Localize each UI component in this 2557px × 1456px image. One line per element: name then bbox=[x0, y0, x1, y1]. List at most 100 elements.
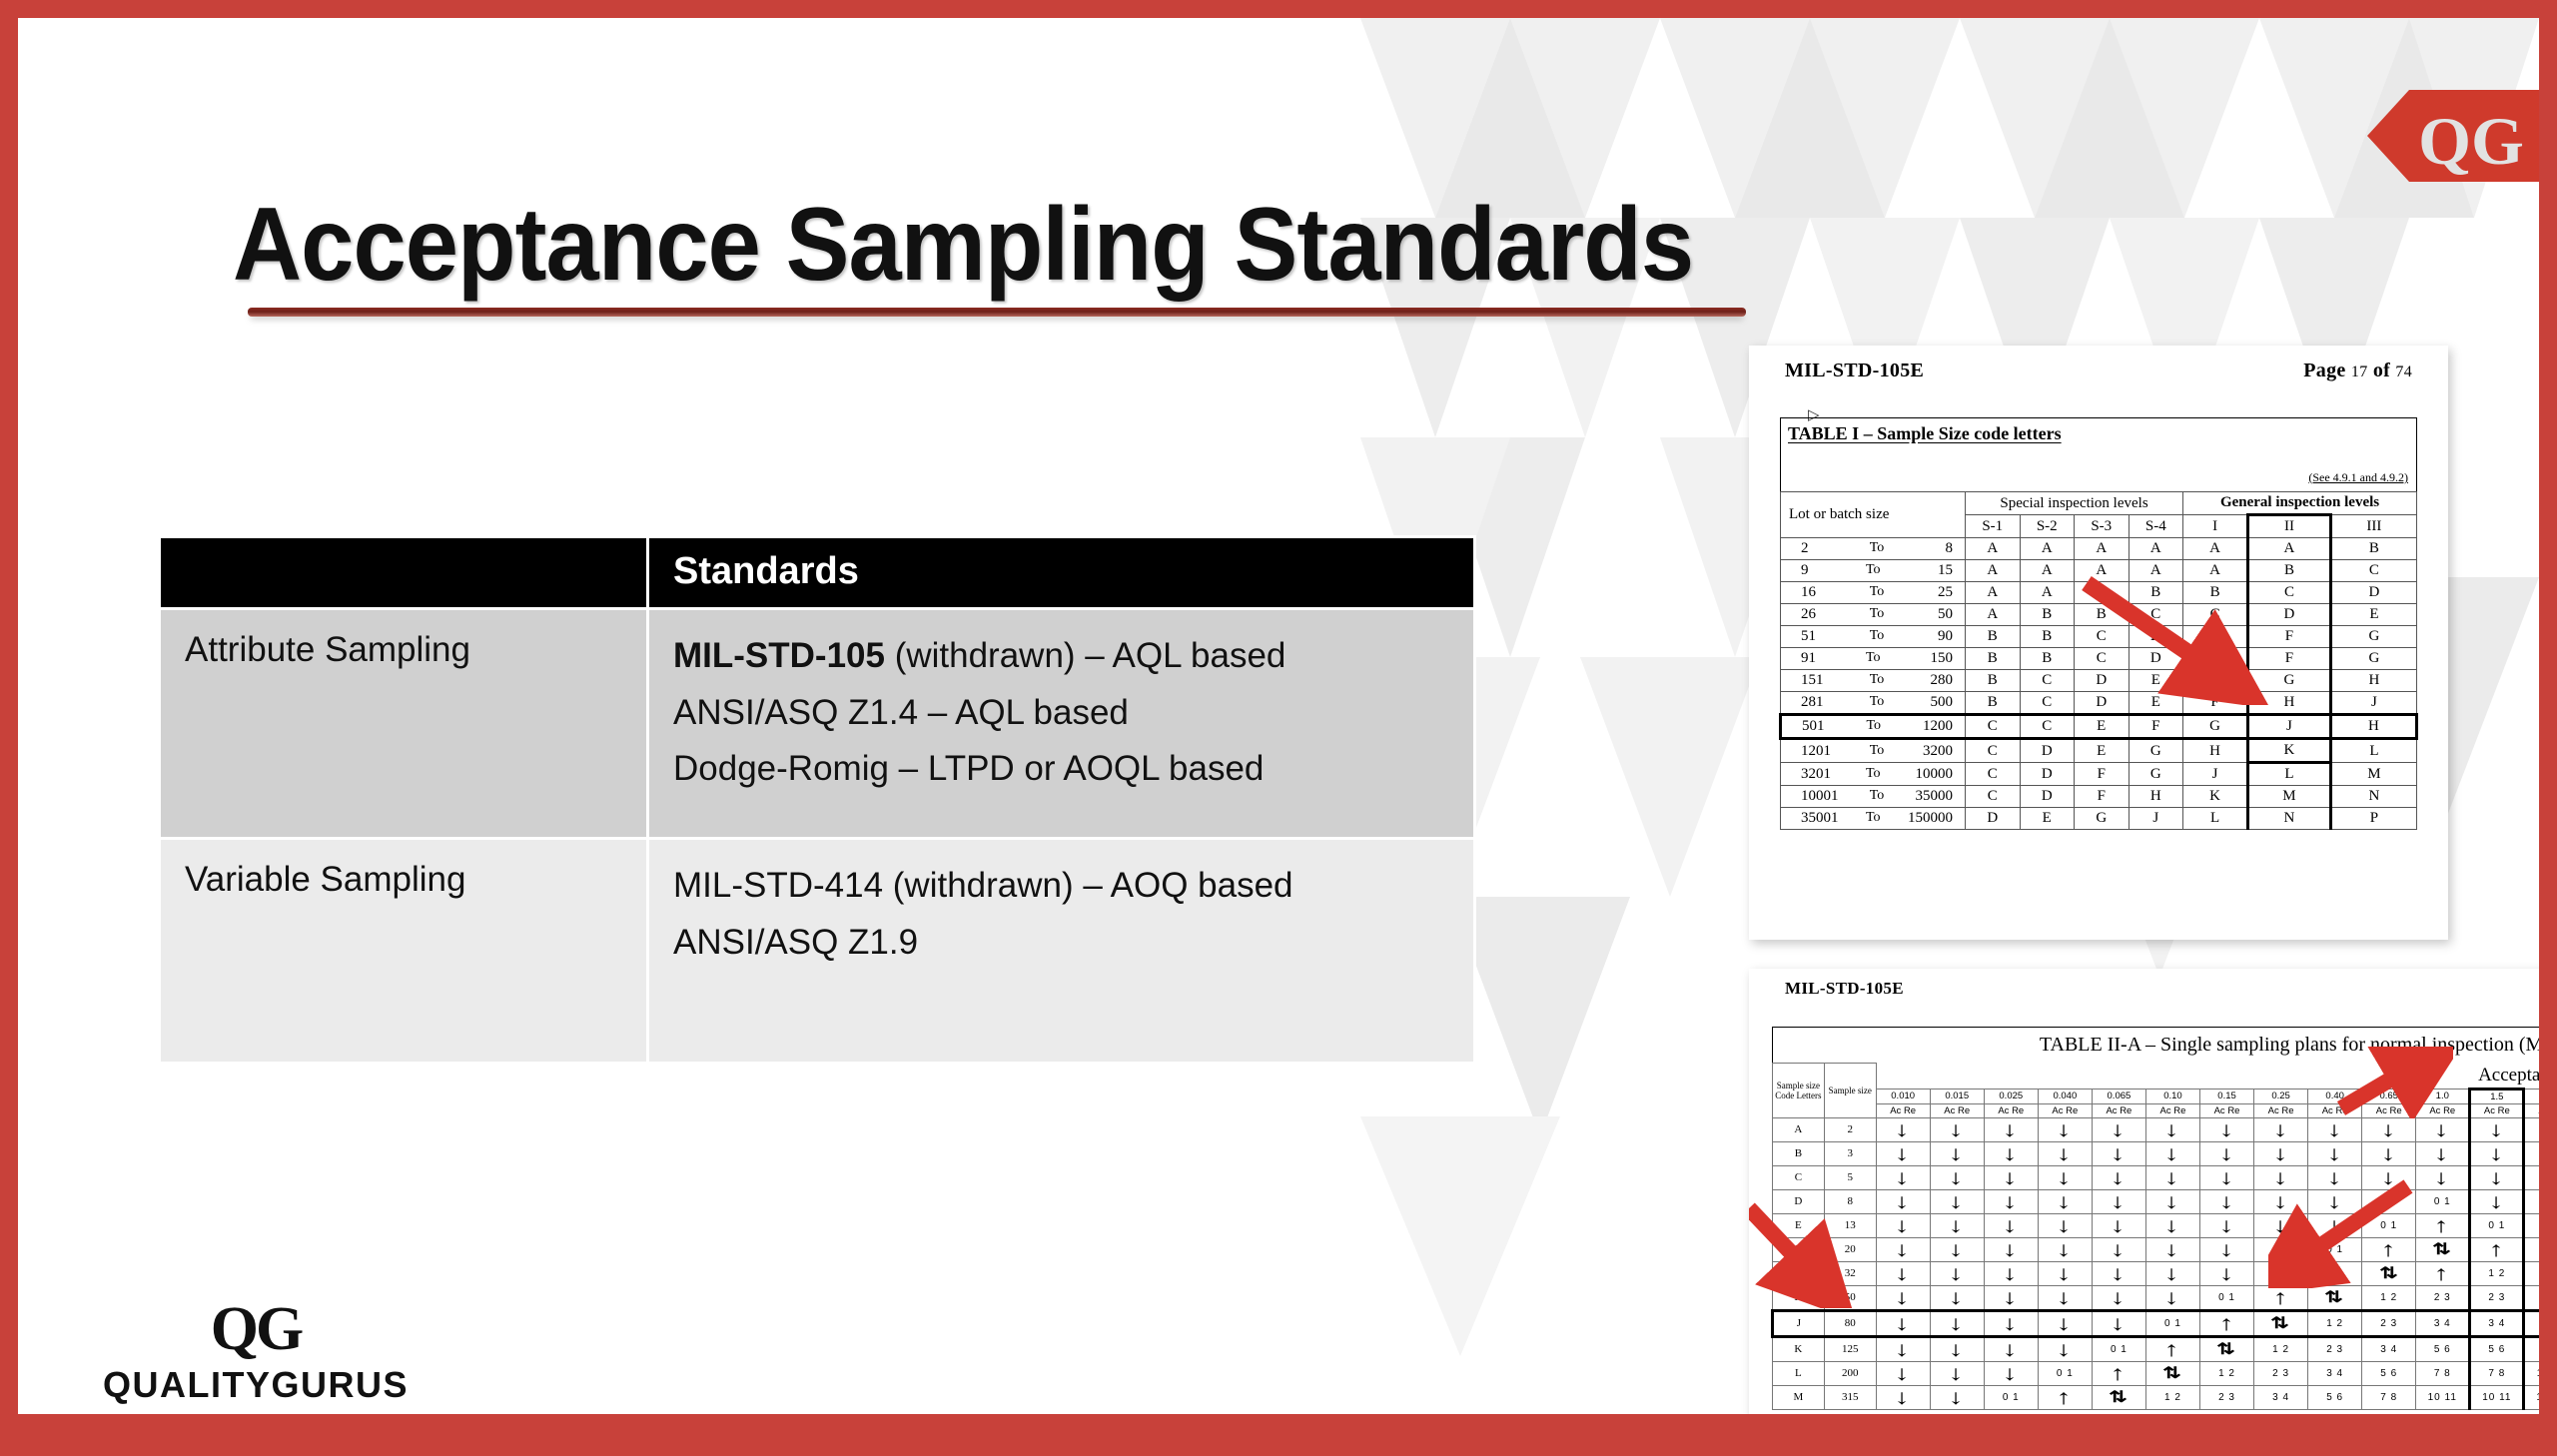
arrow-down-icon bbox=[1898, 1199, 1908, 1210]
lot-range-cell: 35001 To 150000 bbox=[1780, 807, 1966, 830]
row-standards-variable: MIL-STD-414 (withdrawn) – AOQ based ANSI… bbox=[646, 837, 1476, 1065]
arrow-down-icon bbox=[2006, 1247, 2016, 1258]
code-letter-cell: A bbox=[2128, 559, 2184, 582]
sample-size-value: 50 bbox=[1823, 1284, 1877, 1311]
aql-value-header: 0.015 bbox=[1929, 1088, 1985, 1104]
ac-re-cell bbox=[2253, 1212, 2309, 1238]
arrow-down-icon bbox=[1952, 1247, 1962, 1258]
ac-re-cell bbox=[2307, 1140, 2363, 1166]
code-letter-cell: D bbox=[1965, 807, 2021, 830]
row-category-attribute: Attribute Sampling bbox=[158, 607, 649, 840]
ac-re-cell bbox=[2253, 1308, 2309, 1338]
document-header: MIL-STD-105E Page 17 of 74 bbox=[1749, 346, 2448, 382]
ac-re-cell bbox=[2198, 1164, 2255, 1190]
arrow-down-icon bbox=[1952, 1321, 1962, 1332]
arrow-updown-icon bbox=[2435, 1246, 2449, 1257]
ac-re-cell bbox=[1983, 1164, 2039, 1190]
ac-re-cell bbox=[2198, 1308, 2255, 1338]
arrow-down-icon bbox=[2437, 1175, 2447, 1186]
code-letter-cell: D bbox=[2182, 647, 2249, 670]
ac-re-cell bbox=[2091, 1116, 2146, 1142]
ac-re-header: Ac Re bbox=[2198, 1102, 2255, 1118]
arrow-down-icon bbox=[2060, 1199, 2070, 1210]
code-letter-cell: C bbox=[2128, 603, 2184, 626]
arrow-up-icon bbox=[2384, 1247, 2394, 1258]
table1-group-header-row: Lot or batch size Special inspection lev… bbox=[1780, 491, 2417, 538]
ac-re-cell bbox=[1929, 1164, 1985, 1190]
sample-size-value: 8 bbox=[1823, 1188, 1877, 1214]
table-row: L2000 11 22 33 45 67 87 810 1114 1521 22 bbox=[1772, 1360, 2539, 1386]
code-letter-cell: C bbox=[2074, 625, 2130, 648]
arrow-down-icon bbox=[1952, 1347, 1962, 1358]
arrow-down-icon bbox=[2492, 1127, 2502, 1138]
level-s2: S-2 bbox=[2019, 514, 2075, 538]
table-row: 91 To 150 B B C D D F G bbox=[1780, 647, 2418, 670]
table2-aql-values-row: 0.010 0.015 0.025 0.040 0.065 0.10 0.15 0.25 0.4… bbox=[1773, 1087, 2539, 1104]
table1-see-row: (See 4.9.1 and 4.9.2) bbox=[1781, 448, 2417, 492]
qg-badge-text: QG bbox=[2418, 103, 2524, 179]
level-iii: III bbox=[2329, 514, 2418, 538]
aql-value-header: 1.5 bbox=[2468, 1087, 2526, 1104]
ac-re-header: Ac Re bbox=[2468, 1102, 2526, 1118]
code-letter-cell: C bbox=[1965, 713, 2021, 740]
sample-size-value: 5 bbox=[1823, 1164, 1877, 1190]
sample-size-code-letter: M bbox=[1772, 1384, 1825, 1410]
ac-re-cell bbox=[2091, 1384, 2146, 1410]
level-s1: S-1 bbox=[1965, 514, 2021, 538]
code-letter-cell: H bbox=[2329, 669, 2418, 692]
code-letter-cell: G bbox=[2329, 647, 2418, 670]
arrow-down-icon bbox=[2006, 1223, 2016, 1234]
ac-re-cell bbox=[2091, 1140, 2146, 1166]
ac-re-cell bbox=[2144, 1188, 2201, 1214]
ac-re-cell bbox=[1983, 1260, 2039, 1286]
ac-re-cell bbox=[2144, 1164, 2201, 1190]
code-letter-cell: K bbox=[2182, 785, 2249, 808]
arrow-down-icon bbox=[2060, 1271, 2070, 1282]
ac-re-cell bbox=[2037, 1335, 2093, 1362]
ac-re-cell bbox=[2198, 1188, 2255, 1214]
category-label: Variable Sampling bbox=[185, 860, 466, 899]
ac-re-cell: 7 8 bbox=[2415, 1360, 2471, 1386]
code-letter-cell: C bbox=[1965, 738, 2021, 763]
code-letter-cell: B bbox=[1965, 691, 2021, 715]
ac-re-cell bbox=[1929, 1212, 1985, 1238]
table-row: 10001 To 35000 C D F H K M N bbox=[1780, 785, 2418, 808]
arrow-down-icon bbox=[2492, 1151, 2502, 1162]
lot-range-cell: 91 To 150 bbox=[1780, 647, 1966, 670]
ac-re-cell bbox=[2253, 1188, 2309, 1214]
ac-re-cell bbox=[1929, 1236, 1985, 1262]
code-letter-cell: A bbox=[2019, 537, 2075, 560]
arrow-down-icon bbox=[2060, 1247, 2070, 1258]
col-lot-or-batch-size: Lot or batch size bbox=[1780, 491, 1966, 538]
ac-re-cell bbox=[1929, 1260, 1985, 1286]
ac-re-cell bbox=[2253, 1140, 2309, 1166]
code-letter-cell: F bbox=[2246, 647, 2332, 670]
ac-re-header: Ac Re bbox=[2091, 1102, 2146, 1118]
ac-re-cell bbox=[1983, 1236, 2039, 1262]
ac-re-cell: 5 6 bbox=[2361, 1360, 2417, 1386]
ac-re-cell: 0 1 bbox=[2144, 1308, 2201, 1338]
arrow-down-icon bbox=[2006, 1175, 2016, 1186]
ac-re-cell bbox=[2361, 1260, 2417, 1286]
ac-re-cell: 14 15 bbox=[2523, 1384, 2539, 1410]
ac-re-cell bbox=[2468, 1164, 2526, 1190]
table2-acre-row: Ac Re Ac Re Ac Re Ac Re Ac Re Ac Re Ac Re Ac Re… bbox=[1773, 1102, 2539, 1118]
arrow-down-icon bbox=[1952, 1295, 1962, 1306]
ac-re-cell bbox=[2198, 1140, 2255, 1166]
arrow-down-icon bbox=[1898, 1151, 1908, 1162]
arrow-up-icon bbox=[2276, 1295, 2286, 1306]
table-row: 51 To 90 B B C D D F G bbox=[1780, 625, 2418, 648]
arrow-down-icon bbox=[1898, 1371, 1908, 1382]
arrow-down-icon bbox=[2060, 1151, 2070, 1162]
code-letter-cell: K bbox=[2246, 738, 2332, 764]
code-letter-cell: C bbox=[2182, 603, 2249, 626]
code-letter-cell: E bbox=[2074, 713, 2130, 740]
table-2a-single-sampling-plans: TABLE II-A – Single sampling plans for n… bbox=[1771, 1027, 2539, 1410]
ac-re-cell bbox=[1875, 1188, 1931, 1214]
ac-re-cell bbox=[2091, 1164, 2146, 1190]
standard-line: MIL-STD-105 (withdrawn) – AQL based bbox=[673, 628, 1451, 685]
sample-size-code-letter: F bbox=[1772, 1236, 1825, 1262]
code-letter-cell: M bbox=[2246, 785, 2332, 808]
code-letter-cell: B bbox=[2246, 559, 2332, 582]
ac-re-cell: 0 1 bbox=[2307, 1236, 2363, 1262]
